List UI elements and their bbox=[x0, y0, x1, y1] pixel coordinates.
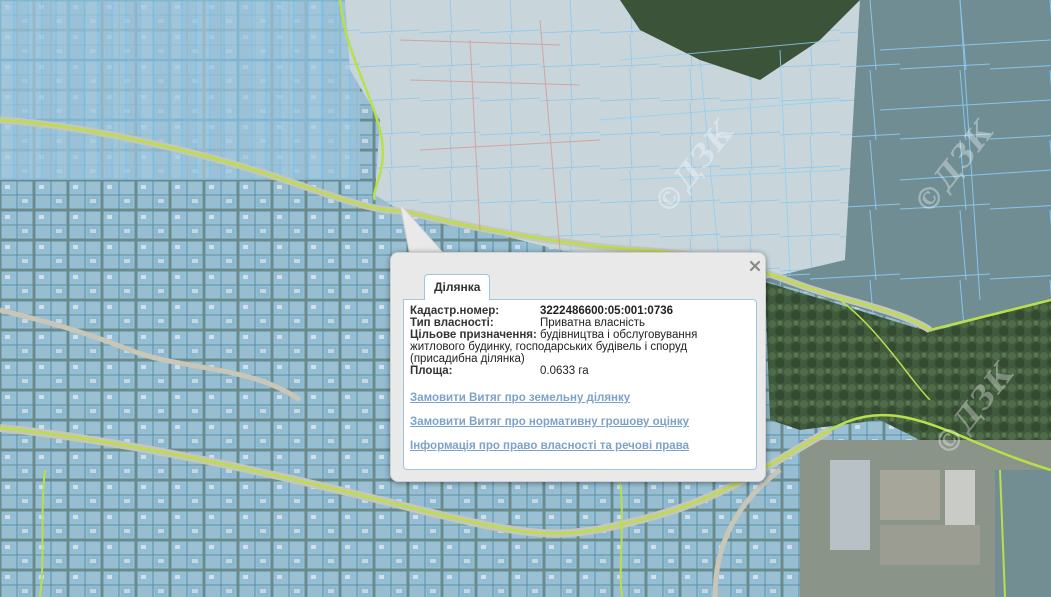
purpose-value-rest: житлового будинку, господарських будівел… bbox=[410, 341, 688, 365]
parcel-info-panel: Кадастр.номер: 3222486600:05:001:0736 Ти… bbox=[403, 299, 757, 470]
popup-pointer bbox=[399, 204, 448, 256]
parcel-info-popup: Ділянка Кадастр.номер: 3222486600:05:001… bbox=[390, 252, 766, 482]
ownership-row: Тип власності: Приватна власність bbox=[410, 317, 750, 329]
purpose-label: Цільове призначення: bbox=[410, 329, 537, 341]
area-value: 0.0633 га bbox=[540, 365, 589, 377]
order-land-extract-link[interactable]: Замовити Витяг про земельну ділянку bbox=[410, 392, 750, 404]
ownership-value: Приватна власність bbox=[540, 317, 646, 329]
purpose-value-line1: будівництва і обслуговування bbox=[540, 329, 698, 341]
order-valuation-extract-link[interactable]: Замовити Витяг про нормативну грошову оц… bbox=[410, 416, 750, 428]
ownership-label: Тип власності: bbox=[410, 317, 494, 329]
cadastral-label: Кадастр.номер: bbox=[410, 305, 500, 317]
area-label: Площа: bbox=[410, 365, 453, 377]
tab-parcel[interactable]: Ділянка bbox=[424, 274, 491, 300]
ownership-rights-info-link[interactable]: Інформація про право власності та речові… bbox=[410, 440, 750, 452]
cadastral-number: 3222486600:05:001:0736 bbox=[540, 305, 674, 317]
cadastral-row: Кадастр.номер: 3222486600:05:001:0736 bbox=[410, 305, 750, 317]
area-row: Площа: 0.0633 га bbox=[410, 365, 750, 377]
purpose-row: Цільове призначення: будівництва і обслу… bbox=[410, 329, 750, 341]
close-icon[interactable] bbox=[748, 259, 762, 273]
